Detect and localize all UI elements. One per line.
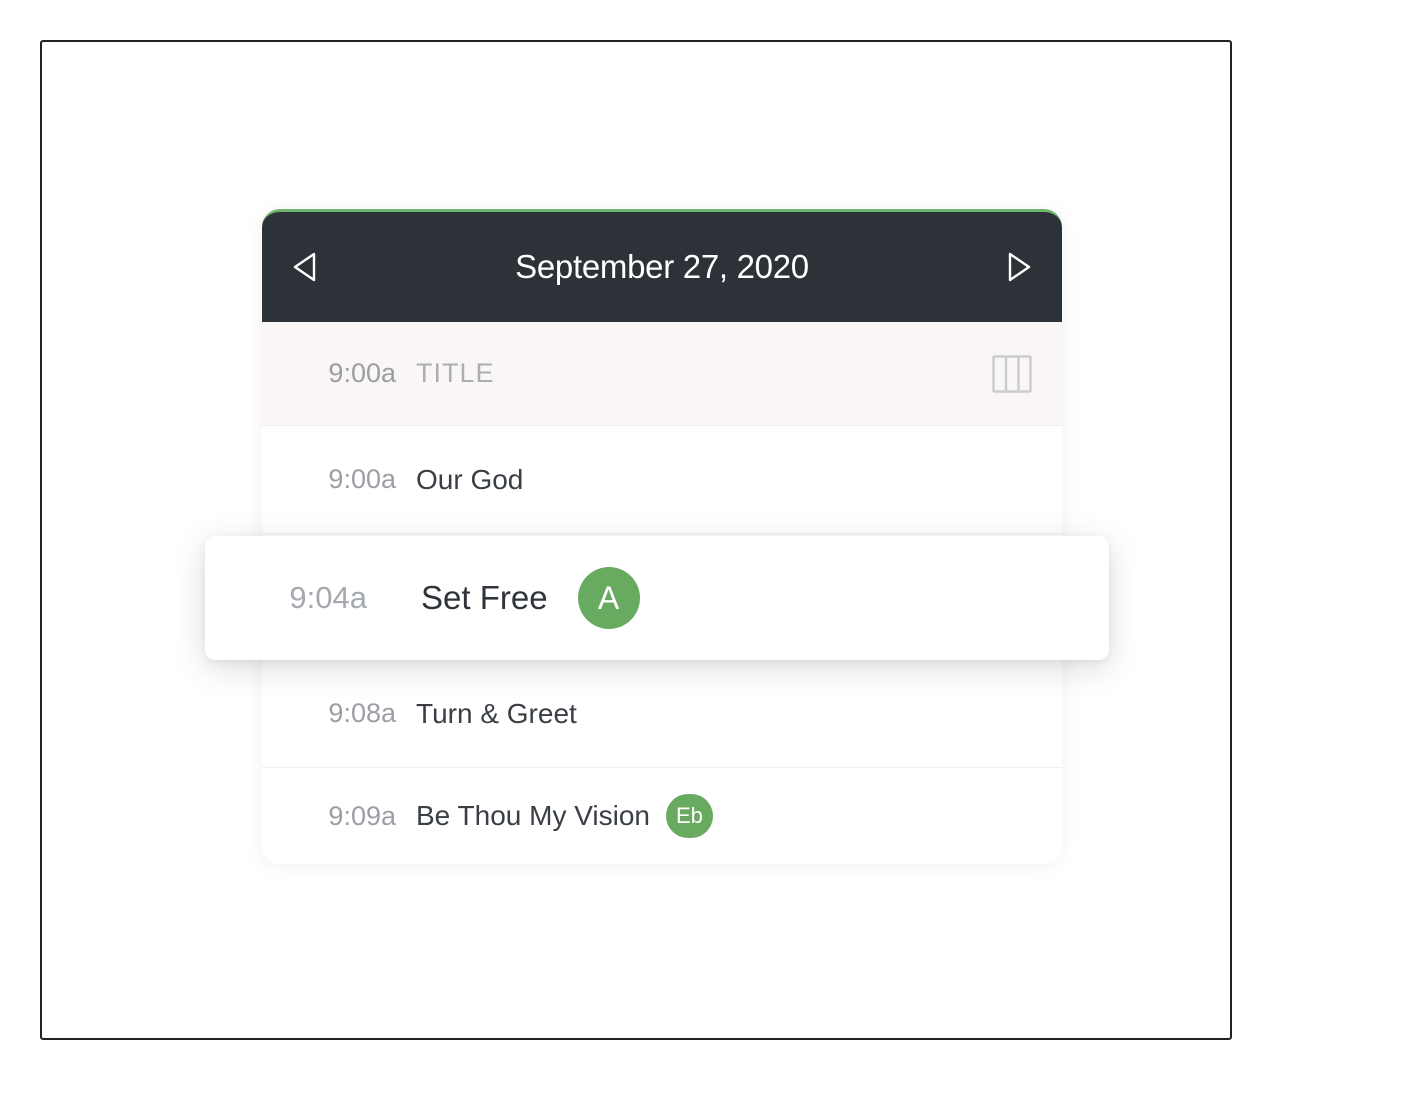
item-time: 9:08a	[296, 698, 396, 729]
item-time: 9:04a	[237, 580, 367, 616]
key-badge: A	[578, 567, 640, 629]
item-title: Our God	[416, 464, 523, 496]
outer-frame: September 27, 2020 9:00a TITLE	[40, 40, 1232, 1040]
subheader-title-label: TITLE	[416, 358, 495, 389]
subheader-time: 9:00a	[296, 358, 396, 389]
item-title: Turn & Greet	[416, 698, 577, 730]
date-header: September 27, 2020	[262, 209, 1062, 322]
item-time: 9:09a	[296, 801, 396, 832]
columns-icon	[992, 355, 1032, 393]
prev-date-button[interactable]	[292, 252, 318, 282]
columns-button[interactable]	[992, 355, 1032, 393]
triangle-right-icon	[1006, 252, 1032, 282]
list-item-dragging[interactable]: 9:04a Set Free A	[205, 536, 1109, 660]
key-badge: Eb	[666, 794, 713, 838]
list-item[interactable]: 9:00a Our God	[262, 426, 1062, 534]
item-time: 9:00a	[296, 464, 396, 495]
header-date: September 27, 2020	[515, 248, 809, 286]
list-subheader: 9:00a TITLE	[262, 322, 1062, 426]
triangle-left-icon	[292, 252, 318, 282]
list-item[interactable]: 9:09a Be Thou My Vision Eb	[262, 768, 1062, 864]
item-title: Be Thou My Vision	[416, 800, 650, 832]
item-title: Set Free	[421, 579, 548, 617]
next-date-button[interactable]	[1006, 252, 1032, 282]
list-item[interactable]: 9:08a Turn & Greet	[262, 660, 1062, 768]
